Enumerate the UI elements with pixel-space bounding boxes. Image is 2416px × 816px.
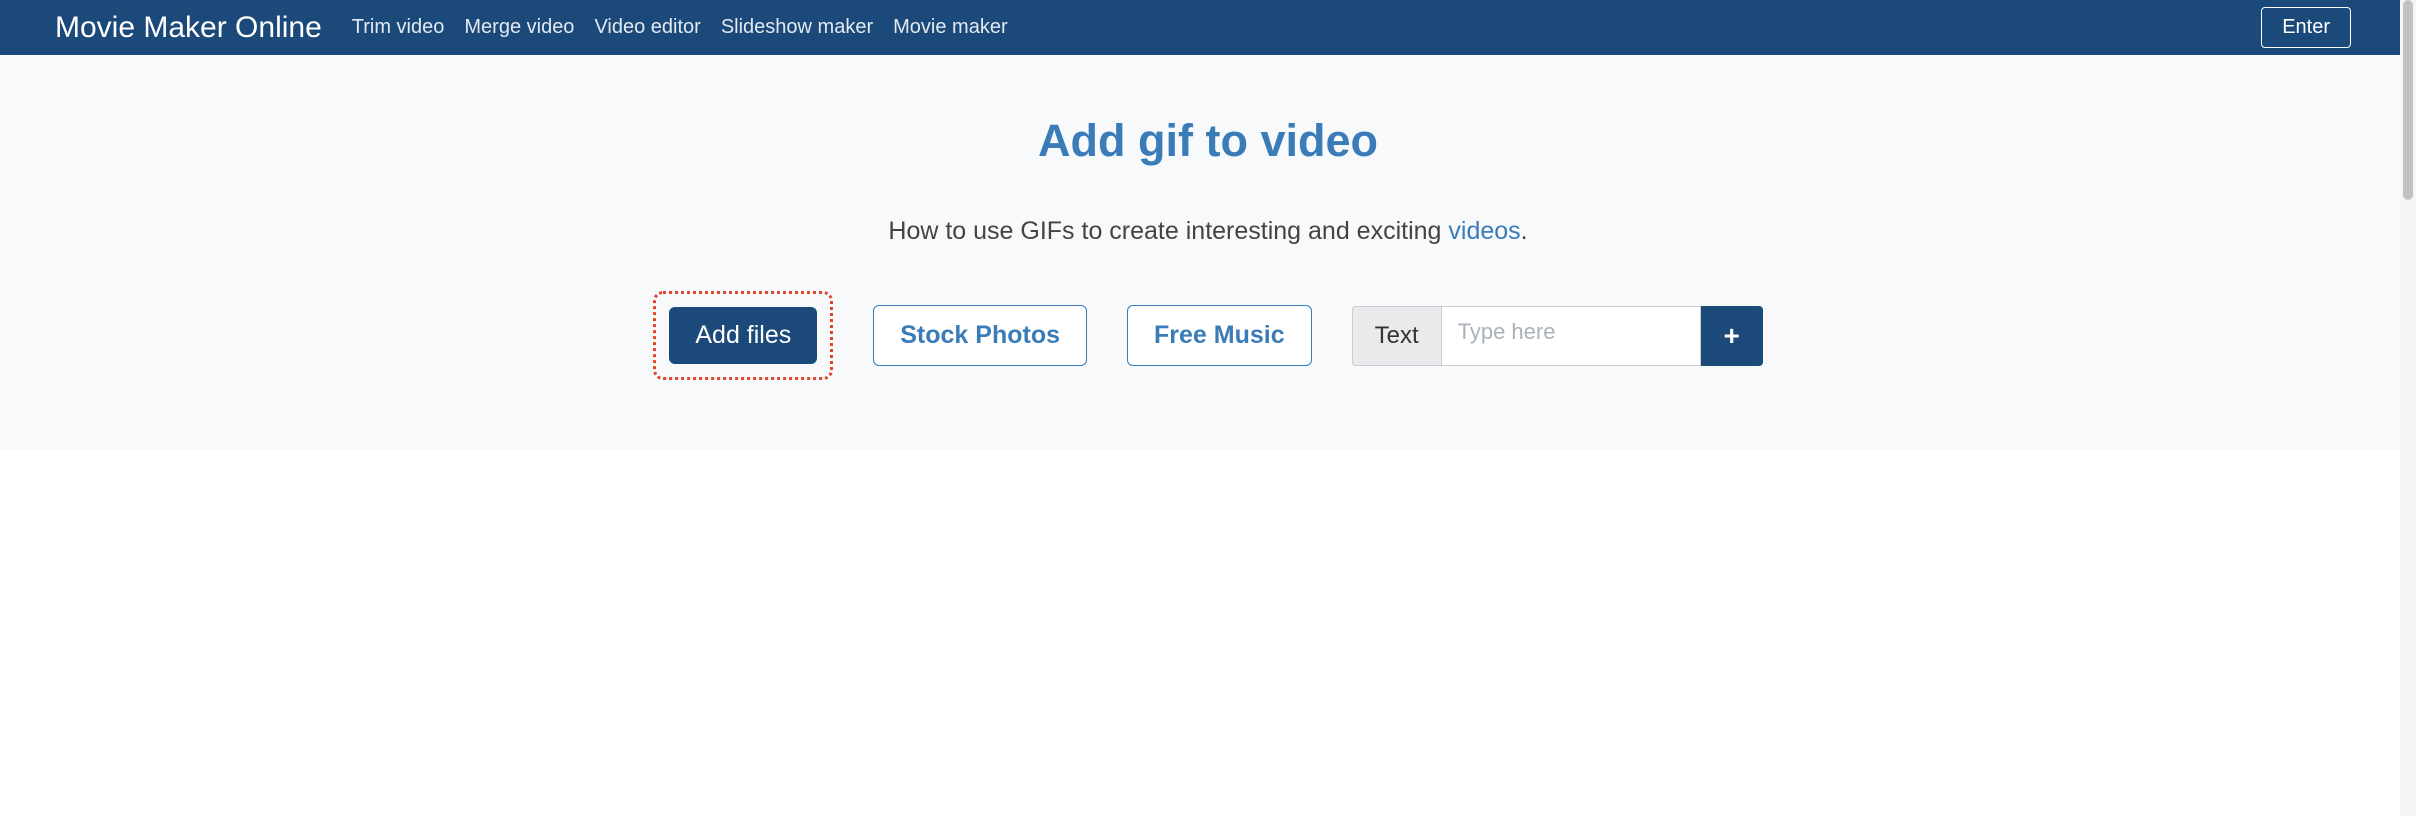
subtitle: How to use GIFs to create interesting an… (0, 217, 2416, 246)
enter-button[interactable]: Enter (2261, 7, 2351, 48)
text-label: Text (1352, 306, 1441, 366)
free-music-button[interactable]: Free Music (1127, 305, 1312, 366)
nav-link-merge-video[interactable]: Merge video (464, 16, 574, 39)
nav-links: Trim video Merge video Video editor Slid… (352, 16, 2261, 39)
text-input-group: Text + (1352, 306, 1763, 366)
nav-link-video-editor[interactable]: Video editor (594, 16, 700, 39)
nav-link-movie-maker[interactable]: Movie maker (893, 16, 1007, 39)
controls-row: Add files Stock Photos Free Music Text + (0, 291, 2416, 380)
stock-photos-button[interactable]: Stock Photos (873, 305, 1087, 366)
navbar: Movie Maker Online Trim video Merge vide… (0, 0, 2416, 55)
scrollbar[interactable] (2400, 0, 2416, 816)
page-title: Add gif to video (0, 115, 2416, 167)
subtitle-text: How to use GIFs to create interesting an… (888, 217, 1448, 245)
scrollbar-thumb[interactable] (2403, 0, 2413, 200)
nav-link-slideshow-maker[interactable]: Slideshow maker (721, 16, 873, 39)
brand-logo[interactable]: Movie Maker Online (55, 11, 322, 45)
main-section: Add gif to video How to use GIFs to crea… (0, 55, 2416, 450)
add-text-button[interactable]: + (1701, 306, 1763, 366)
subtitle-suffix: . (1521, 217, 1528, 245)
subtitle-link-videos[interactable]: videos (1448, 217, 1520, 245)
add-files-highlight: Add files (653, 291, 833, 380)
add-files-button[interactable]: Add files (669, 307, 817, 364)
nav-link-trim-video[interactable]: Trim video (352, 16, 445, 39)
text-input[interactable] (1441, 306, 1701, 366)
